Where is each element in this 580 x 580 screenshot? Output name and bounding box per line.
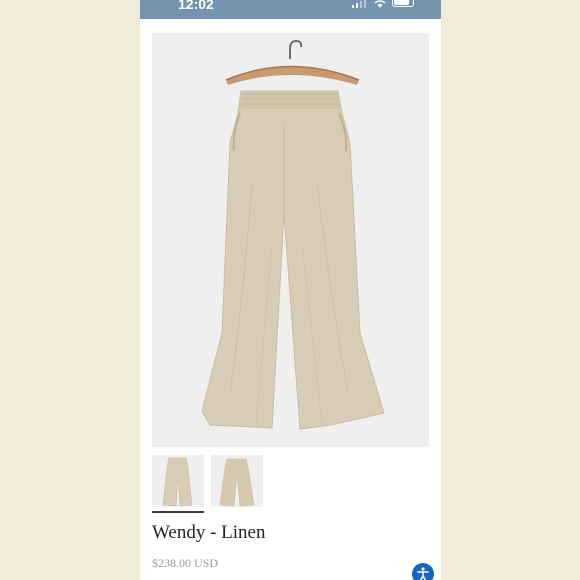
selected-thumbnail-indicator <box>152 511 204 513</box>
thumbnail-back-image <box>211 455 263 507</box>
thumbnail-front[interactable] <box>152 455 204 507</box>
thumbnail-back[interactable] <box>211 455 263 507</box>
status-bar: 12:02 87 <box>140 0 441 19</box>
product-title: Wendy - Linen <box>152 522 266 543</box>
accessibility-button[interactable] <box>412 563 434 580</box>
product-price: $238.00 USD <box>152 556 219 570</box>
status-time: 12:02 <box>178 0 214 12</box>
thumbnail-front-image <box>152 455 204 507</box>
battery-icon: 87 <box>392 0 414 7</box>
wifi-icon <box>374 0 386 8</box>
signal-icon <box>352 0 366 8</box>
phone-screen: 12:02 87 <box>140 0 441 580</box>
accessibility-icon <box>417 567 429 580</box>
linen-pants-image <box>152 33 429 447</box>
battery-level: 87 <box>394 0 408 1</box>
main-product-photo[interactable] <box>152 33 429 447</box>
